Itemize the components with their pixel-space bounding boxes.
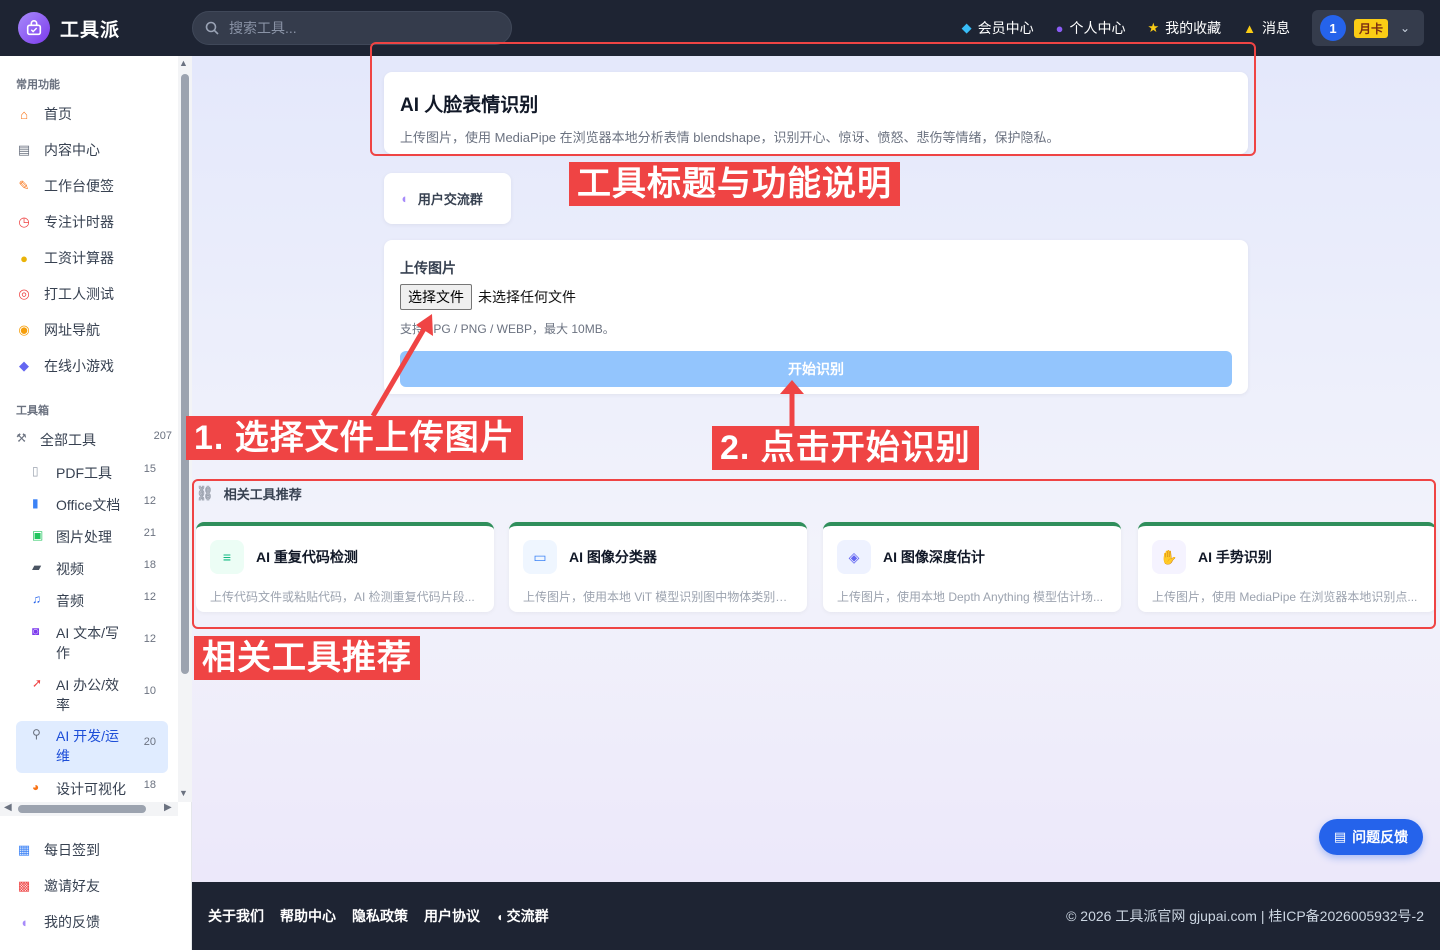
nav-favorites[interactable]: ★ 我的收藏: [1147, 18, 1221, 38]
house-icon: ⌂: [20, 106, 28, 122]
stopwatch-icon: ◷: [18, 214, 30, 229]
sidebar-item-focus-timer[interactable]: ◷ 专注计时器: [16, 212, 114, 232]
feedback-button[interactable]: ▤ 问题反馈: [1319, 819, 1423, 855]
user-menu[interactable]: 1 月卡 ⌄: [1312, 10, 1424, 46]
sidebar-item-all-tools[interactable]: ⚒ 全部工具 207: [16, 430, 172, 450]
sidebar-item-worker-test[interactable]: ◎ 打工人测试: [16, 284, 114, 304]
speech-bubble-icon: ◖: [20, 914, 28, 930]
palette-icon: ◕: [32, 780, 40, 794]
annotation-label-step2: 2. 点击开始识别: [712, 426, 979, 470]
sidebar-item-audio[interactable]: ♫ 音频 12: [32, 591, 156, 611]
scrollbar-thumb[interactable]: [181, 74, 189, 674]
diamond-icon: ◆: [961, 20, 972, 35]
brand-name: 工具派: [60, 19, 121, 41]
search-icon: [205, 21, 219, 35]
calendar-icon: ▦: [17, 842, 31, 857]
annotation-box-related: [192, 479, 1436, 629]
sidebar-item-ai-office[interactable]: ➚ AI 办公/效率 10: [32, 675, 156, 715]
footer-link-help[interactable]: 帮助中心: [280, 906, 336, 926]
gamepad-icon: ◆: [19, 358, 29, 373]
toolbox-logo-icon: [18, 12, 50, 44]
scroll-up-arrow-icon[interactable]: ▲: [179, 58, 188, 68]
sidebar-item-image[interactable]: ▣ 图片处理 21: [32, 527, 156, 547]
blue-book-icon: ▮: [32, 496, 39, 510]
sidebar-item-mini-games[interactable]: ◆ 在线小游戏: [16, 356, 114, 376]
tools-icon: ⚒: [16, 431, 27, 445]
speech-bubble-icon: ◖: [496, 910, 507, 924]
sidebar-item-pdf[interactable]: ▯ PDF工具 15: [32, 463, 156, 483]
upload-label: 上传图片: [400, 260, 456, 276]
sidebar: 常用功能 ⌂ 首页 ▤ 内容中心 ✎ 工作台便签 ◷ 专注计时器 ● 工资计算器 ◎ 打工人…: [0, 56, 192, 950]
sidebar-item-content-center[interactable]: ▤ 内容中心: [16, 140, 100, 160]
upload-card: 上传图片 选择文件 未选择任何文件 支持 JPG / PNG / WEBP，最大…: [384, 240, 1248, 394]
plan-badge: 月卡: [1354, 18, 1389, 38]
picture-icon: ▣: [32, 528, 44, 542]
footer-link-group[interactable]: ◖ 交流群: [496, 906, 549, 926]
speech-bubble-icon: ◖: [400, 191, 408, 206]
footer-link-about[interactable]: 关于我们: [208, 906, 264, 926]
search-box: [192, 11, 512, 45]
upload-hint: 支持 JPG / PNG / WEBP，最大 10MB。: [400, 322, 615, 336]
sidebar-item-office[interactable]: ▮ Office文档 12: [32, 495, 156, 515]
sidebar-section-common: 常用功能: [16, 79, 60, 91]
sidebar-item-ai-writing[interactable]: ◙ AI 文本/写作 12: [32, 623, 156, 663]
star-icon: ★: [1147, 20, 1160, 35]
avatar: 1: [1320, 15, 1346, 41]
sidebar-section-toolbox: 工具箱: [16, 405, 49, 417]
sidebar-item-invite[interactable]: ▩ 邀请好友: [16, 876, 100, 896]
music-note-icon: ♫: [32, 592, 41, 606]
sidebar-item-daily-checkin[interactable]: ▦ 每日签到: [16, 840, 100, 860]
scroll-right-arrow-icon[interactable]: ▶: [164, 802, 172, 813]
bell-icon: ▲: [1243, 20, 1256, 36]
nav-messages[interactable]: ▲ 消息: [1243, 18, 1290, 38]
brand-logo[interactable]: 工具派: [18, 12, 120, 44]
sidebar-horizontal-scrollbar[interactable]: ◀ ▶: [0, 802, 178, 816]
target-icon: ◎: [18, 286, 30, 301]
money-bag-icon: ●: [20, 250, 28, 266]
footer: 关于我们 帮助中心 隐私政策 用户协议 ◖ 交流群 © 2026 工具派官网 g…: [192, 882, 1440, 950]
scrollbar-thumb[interactable]: [18, 805, 146, 813]
sidebar-item-url-nav[interactable]: ◉ 网址导航: [16, 320, 100, 340]
sidebar-item-salary-calc[interactable]: ● 工资计算器: [16, 248, 114, 268]
memo-icon: ✎: [18, 178, 30, 193]
sidebar-item-design[interactable]: ◕ 设计可视化 18: [32, 779, 156, 799]
scroll-down-arrow-icon[interactable]: ▼: [179, 788, 188, 798]
start-recognition-button[interactable]: 开始识别: [400, 351, 1232, 387]
gift-icon: ▩: [17, 878, 31, 893]
sidebar-item-home[interactable]: ⌂ 首页: [16, 104, 72, 124]
user-group-button[interactable]: ◖ 用户交流群: [384, 173, 511, 224]
rocket-icon: ➚: [32, 676, 43, 690]
footer-copyright: © 2026 工具派官网 gjupai.com | 桂ICP备202600593…: [1066, 908, 1424, 924]
sidebar-item-my-feedback[interactable]: ◖ 我的反馈: [16, 912, 100, 932]
chevron-down-icon: ⌄: [1400, 21, 1411, 35]
newspaper-icon: ▤: [17, 142, 31, 157]
document-icon: ▤: [1333, 829, 1347, 844]
annotation-label-step1: 1. 选择文件上传图片: [186, 416, 523, 460]
wrench-icon: ⚲: [32, 727, 41, 741]
sidebar-item-video[interactable]: ▰ 视频 18: [32, 559, 156, 579]
annotation-label-title: 工具标题与功能说明: [569, 162, 900, 206]
robot-icon: ◙: [32, 624, 40, 638]
nav-vip-center[interactable]: ◆ 会员中心: [962, 18, 1034, 38]
compass-icon: ◉: [18, 322, 30, 337]
annotation-box-title: [370, 42, 1256, 156]
clapper-icon: ▰: [32, 560, 42, 574]
footer-link-terms[interactable]: 用户协议: [424, 906, 480, 926]
file-status: 未选择任何文件: [478, 289, 576, 305]
sidebar-item-notes[interactable]: ✎ 工作台便签: [16, 176, 114, 196]
user-icon: ●: [1055, 20, 1064, 36]
scroll-left-arrow-icon[interactable]: ◀: [4, 802, 12, 813]
page-icon: ▯: [32, 464, 39, 478]
sidebar-scroll-area: 常用功能 ⌂ 首页 ▤ 内容中心 ✎ 工作台便签 ◷ 专注计时器 ● 工资计算器 ◎ 打工人…: [0, 56, 178, 802]
sidebar-item-ai-dev[interactable]: ⚲ AI 开发/运维 20: [16, 721, 168, 773]
choose-file-button[interactable]: 选择文件: [400, 284, 472, 310]
footer-link-privacy[interactable]: 隐私政策: [352, 906, 408, 926]
annotation-label-related: 相关工具推荐: [194, 636, 420, 680]
nav-profile[interactable]: ● 个人中心: [1056, 18, 1126, 38]
search-input[interactable]: [229, 20, 479, 36]
